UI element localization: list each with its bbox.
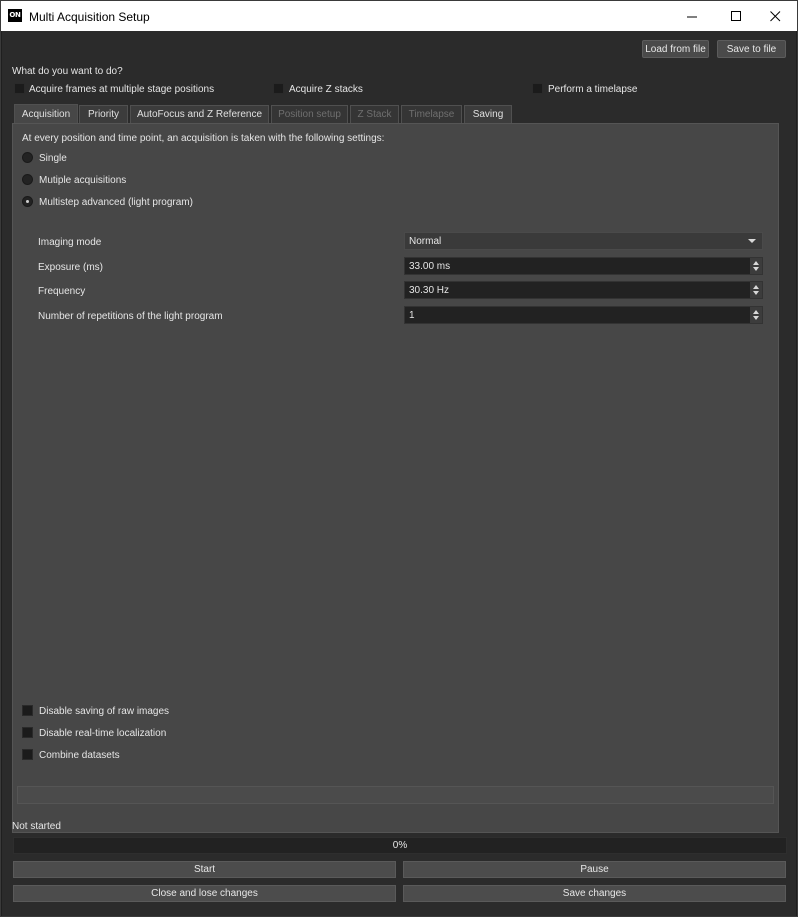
single-label: Single [39, 153, 67, 164]
multiple-acquisitions-label: Mutiple acquisitions [39, 175, 127, 186]
multiple-acquisitions-radio[interactable] [22, 174, 33, 185]
tab-saving[interactable]: Saving [464, 105, 512, 123]
start-button[interactable]: Start [13, 861, 396, 878]
disable-localization-label: Disable real-time localization [39, 728, 167, 739]
timelapse-label: Perform a timelapse [548, 84, 638, 95]
tab-acquisition[interactable]: Acquisition [14, 104, 78, 124]
z-stacks-checkbox[interactable] [273, 83, 284, 94]
app-window: ON Multi Acquisition Setup Load from fil… [0, 0, 798, 917]
frequency-label: Frequency [38, 286, 86, 297]
spin-arrows-icon[interactable] [750, 258, 762, 274]
save-changes-button[interactable]: Save changes [403, 885, 786, 902]
combine-datasets-checkbox[interactable] [22, 749, 33, 760]
single-radio[interactable] [22, 152, 33, 163]
save-to-file-button[interactable]: Save to file [717, 40, 786, 58]
minimize-icon [687, 16, 697, 17]
window-title: Multi Acquisition Setup [29, 10, 150, 24]
load-from-file-button[interactable]: Load from file [642, 40, 709, 58]
tab-autofocus[interactable]: AutoFocus and Z Reference [130, 105, 269, 123]
panel-status-bar [17, 786, 774, 804]
z-stacks-label: Acquire Z stacks [289, 84, 363, 95]
repetitions-label: Number of repetitions of the light progr… [38, 311, 223, 322]
acquisition-panel: At every position and time point, an acq… [12, 123, 779, 833]
tab-z-stack: Z Stack [350, 105, 399, 123]
exposure-value: 33.00 ms [409, 260, 451, 272]
title-bar: ON Multi Acquisition Setup [1, 1, 797, 31]
multistep-label: Multistep advanced (light program) [39, 197, 193, 208]
stage-positions-label: Acquire frames at multiple stage positio… [29, 84, 215, 95]
tab-position-setup: Position setup [271, 105, 348, 123]
tab-priority[interactable]: Priority [79, 105, 128, 123]
progress-bar: 0% [13, 837, 787, 854]
close-button[interactable] [753, 1, 798, 31]
disable-raw-checkbox[interactable] [22, 705, 33, 716]
disable-localization-checkbox[interactable] [22, 727, 33, 738]
imaging-mode-label: Imaging mode [38, 237, 102, 248]
maximize-icon [731, 10, 741, 21]
app-logo-icon: ON [8, 9, 22, 22]
frequency-value: 30.30 Hz [409, 284, 450, 296]
chevron-down-icon [748, 239, 756, 243]
radio-selected-dot [26, 200, 29, 203]
repetitions-value: 1 [409, 309, 415, 321]
imaging-mode-select[interactable]: Normal [404, 232, 763, 250]
spin-arrows-icon[interactable] [750, 307, 762, 323]
frequency-spinbox[interactable]: 30.30 Hz [404, 281, 763, 299]
close-icon [770, 10, 781, 21]
question-label: What do you want to do? [12, 66, 123, 77]
timelapse-checkbox[interactable] [532, 83, 543, 94]
imaging-mode-value: Normal [409, 235, 442, 247]
close-lose-changes-button[interactable]: Close and lose changes [13, 885, 396, 902]
disable-raw-label: Disable saving of raw images [39, 706, 170, 717]
multistep-radio[interactable] [22, 196, 33, 207]
acquisition-intro: At every position and time point, an acq… [22, 133, 385, 144]
status-text: Not started [12, 821, 61, 832]
stage-positions-checkbox[interactable] [14, 83, 25, 94]
spin-arrows-icon[interactable] [750, 282, 762, 298]
progress-text: 0% [392, 840, 408, 851]
exposure-label: Exposure (ms) [38, 262, 104, 273]
pause-button[interactable]: Pause [403, 861, 786, 878]
dialog-body: Load from file Save to file What do you … [2, 31, 796, 916]
minimize-button[interactable] [670, 1, 715, 31]
combine-datasets-label: Combine datasets [39, 750, 120, 761]
tab-timelapse: Timelapse [401, 105, 462, 123]
repetitions-spinbox[interactable]: 1 [404, 306, 763, 324]
exposure-spinbox[interactable]: 33.00 ms [404, 257, 763, 275]
